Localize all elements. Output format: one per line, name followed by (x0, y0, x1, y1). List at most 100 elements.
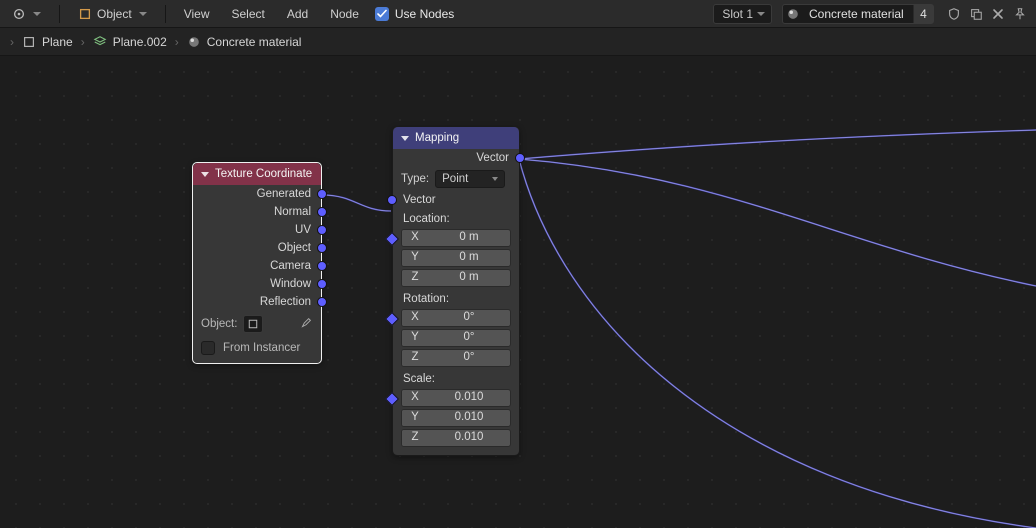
checkbox-unchecked-icon (201, 341, 215, 355)
socket-out-uv[interactable]: UV (193, 221, 321, 239)
caret-down-icon (757, 12, 765, 16)
chevron-right-icon: › (175, 35, 179, 49)
material-slot-select[interactable]: Slot 1 (713, 4, 772, 24)
rotation-y-field[interactable]: Y0° (401, 329, 511, 347)
value: 0 m (428, 250, 510, 266)
menu-add[interactable]: Add (281, 4, 314, 24)
scale-z-field[interactable]: Z0.010 (401, 429, 511, 447)
socket-label: Object (278, 242, 311, 254)
object-mode-icon (78, 7, 92, 21)
socket-out-object[interactable]: Object (193, 239, 321, 257)
socket-out-vector[interactable]: Vector (393, 149, 519, 167)
socket-label: Camera (270, 260, 311, 272)
socket-dot[interactable] (317, 279, 327, 289)
value: 0.010 (428, 390, 510, 406)
menu-node[interactable]: Node (324, 4, 365, 24)
material-datablock: Concrete material 4 (782, 4, 934, 24)
material-sphere-icon (786, 7, 800, 21)
menu-view[interactable]: View (178, 4, 216, 24)
socket-out-window[interactable]: Window (193, 275, 321, 293)
rotation-label: Rotation: (393, 289, 519, 307)
location-y-field[interactable]: Y0 m (401, 249, 511, 267)
node-mapping[interactable]: Mapping Vector Type: Point Vector Locati… (392, 126, 520, 456)
top-toolbar: Object View Select Add Node Use Nodes Sl… (0, 0, 1036, 28)
breadcrumb-label: Concrete material (207, 35, 302, 49)
from-instancer-toggle[interactable]: From Instancer (193, 337, 321, 363)
socket-label: Generated (257, 188, 311, 200)
material-name-field[interactable]: Concrete material (803, 7, 913, 21)
node-header[interactable]: Texture Coordinate (193, 163, 321, 185)
socket-out-camera[interactable]: Camera (193, 257, 321, 275)
fake-user-button[interactable] (944, 4, 964, 24)
breadcrumb-label: Plane (42, 35, 73, 49)
location-x-field[interactable]: X0 m (401, 229, 511, 247)
node-editor-icon (12, 7, 26, 21)
socket-label: UV (295, 224, 311, 236)
mode-label: Object (97, 7, 132, 21)
editor-type-button[interactable] (6, 4, 47, 24)
mapping-type-select[interactable]: Point (435, 170, 505, 188)
socket-dot[interactable] (317, 225, 327, 235)
location-z-field[interactable]: Z0 m (401, 269, 511, 287)
unlink-material-button[interactable] (988, 4, 1008, 24)
socket-dot[interactable] (317, 261, 327, 271)
collapse-triangle-icon (401, 136, 409, 141)
breadcrumb: › Plane › Plane.002 › Concrete material (0, 28, 1036, 56)
socket-out-normal[interactable]: Normal (193, 203, 321, 221)
value: 0 m (428, 270, 510, 286)
node-header[interactable]: Mapping (393, 127, 519, 149)
duplicate-icon (969, 7, 983, 21)
breadcrumb-item[interactable]: Concrete material (187, 35, 302, 49)
checkbox-checked-icon (375, 7, 389, 21)
use-nodes-label: Use Nodes (395, 7, 454, 21)
node-editor-canvas[interactable]: Texture Coordinate Generated Normal UV O… (0, 56, 1036, 528)
separator (59, 5, 60, 23)
value: 0.010 (428, 410, 510, 426)
eyedropper-button[interactable] (299, 316, 313, 333)
separator (165, 5, 166, 23)
material-sphere-icon (187, 35, 201, 49)
material-browse-button[interactable] (783, 7, 803, 21)
socket-label: Normal (274, 206, 311, 218)
new-material-button[interactable] (966, 4, 986, 24)
value: 0° (428, 310, 510, 326)
value: 0° (428, 350, 510, 366)
pin-button[interactable] (1010, 4, 1030, 24)
mesh-data-icon (93, 35, 107, 49)
rotation-x-field[interactable]: X0° (401, 309, 511, 327)
object-picker-field[interactable] (243, 315, 263, 333)
breadcrumb-item[interactable]: Plane.002 (93, 35, 167, 49)
socket-dot[interactable] (317, 243, 327, 253)
socket-dot[interactable] (317, 297, 327, 307)
socket-out-generated[interactable]: Generated (193, 185, 321, 203)
pin-icon (1013, 7, 1027, 21)
socket-dot[interactable] (387, 195, 397, 205)
breadcrumb-item[interactable]: Plane (22, 35, 73, 49)
collapse-triangle-icon (201, 172, 209, 177)
from-instancer-label: From Instancer (223, 342, 300, 354)
use-nodes-toggle[interactable]: Use Nodes (375, 7, 454, 21)
material-users-count[interactable]: 4 (913, 5, 933, 23)
value: 0° (428, 330, 510, 346)
node-title: Mapping (415, 132, 459, 144)
mode-select[interactable]: Object (72, 4, 153, 24)
socket-label: Vector (476, 152, 509, 164)
socket-out-reflection[interactable]: Reflection (193, 293, 321, 311)
location-label: Location: (393, 209, 519, 227)
chevron-right-icon: › (10, 35, 14, 49)
socket-dot[interactable] (515, 153, 525, 163)
scale-x-field[interactable]: X0.010 (401, 389, 511, 407)
rotation-z-field[interactable]: Z0° (401, 349, 511, 367)
menu-select[interactable]: Select (225, 4, 270, 24)
eyedropper-icon (299, 316, 313, 330)
scale-y-field[interactable]: Y0.010 (401, 409, 511, 427)
shield-icon (947, 7, 961, 21)
socket-in-vector[interactable]: Vector (393, 191, 519, 209)
chevron-right-icon: › (81, 35, 85, 49)
socket-label: Reflection (260, 296, 311, 308)
close-icon (992, 8, 1004, 20)
node-texture-coordinate[interactable]: Texture Coordinate Generated Normal UV O… (192, 162, 322, 364)
socket-dot[interactable] (317, 207, 327, 217)
type-value: Point (442, 173, 468, 185)
socket-dot[interactable] (317, 189, 327, 199)
